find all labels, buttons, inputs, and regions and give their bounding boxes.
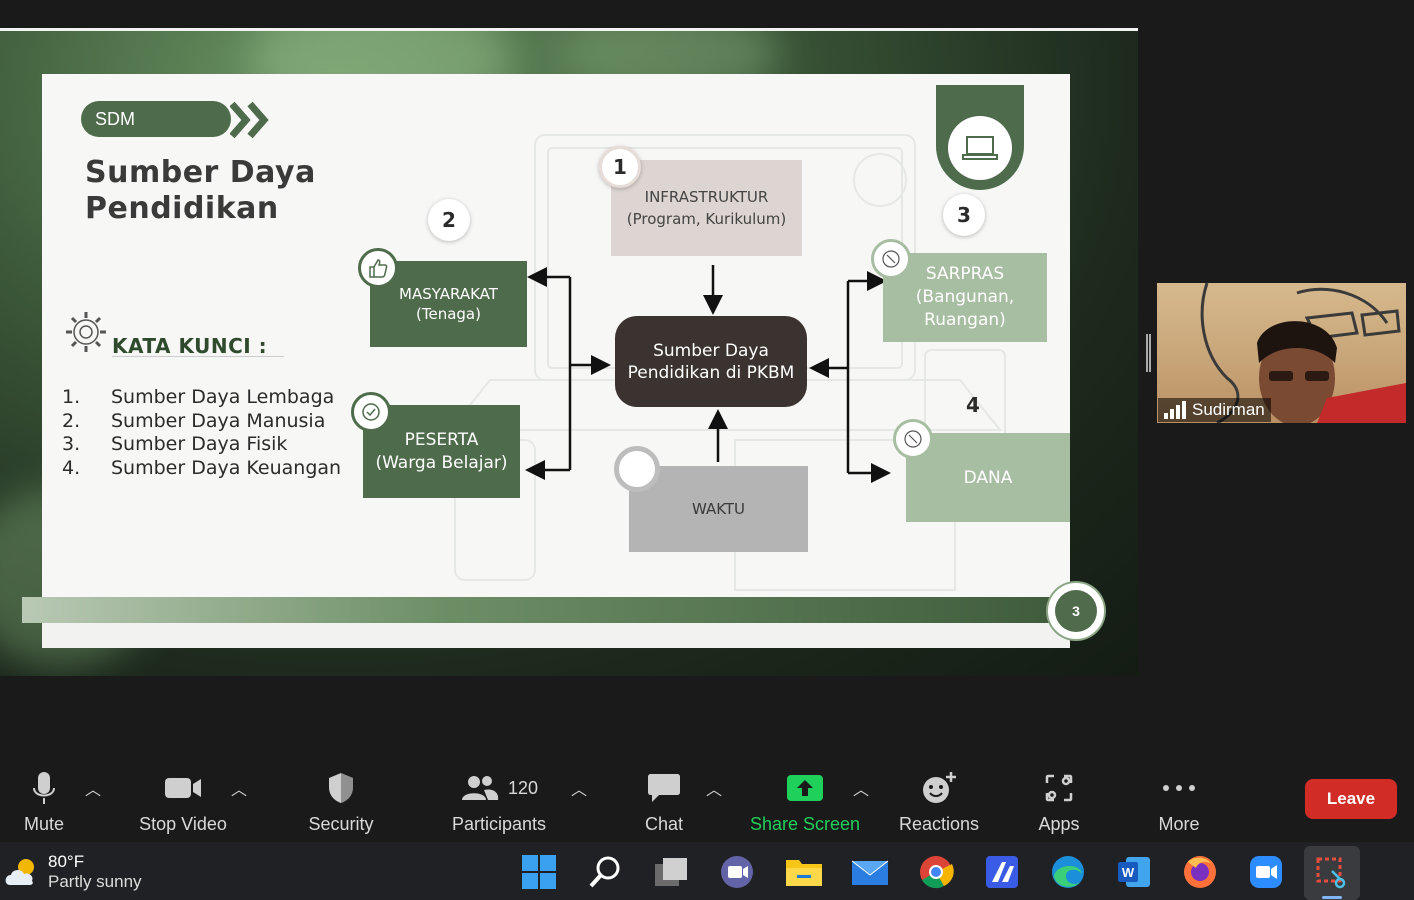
video-camera-icon <box>165 778 201 798</box>
active-app-indicator <box>1322 896 1342 899</box>
firefox-icon[interactable] <box>1180 852 1220 892</box>
search-icon[interactable] <box>585 852 625 892</box>
chrome-icon[interactable] <box>916 852 956 892</box>
mute-button[interactable]: Mute <box>14 752 74 842</box>
weather-condition: Partly sunny <box>48 872 142 891</box>
chevron-up-icon[interactable]: ︿ <box>706 776 722 800</box>
reactions-button[interactable]: Reactions <box>894 752 984 842</box>
svg-text:W: W <box>1122 865 1135 880</box>
participant-name-tag: Sudirman <box>1158 398 1271 422</box>
chat-bubble-icon <box>648 774 680 802</box>
weather-widget[interactable]: 80°F Partly sunny <box>4 852 142 892</box>
microphone-icon <box>33 772 55 804</box>
panel-resize-handle[interactable] <box>1146 334 1151 372</box>
partly-sunny-icon <box>5 859 34 885</box>
apps-icon <box>1045 774 1073 802</box>
chevron-up-icon[interactable]: ︿ <box>85 776 101 800</box>
task-view-icon[interactable] <box>651 852 691 892</box>
security-button[interactable]: Security <box>301 752 381 842</box>
teams-chat-icon[interactable] <box>717 852 757 892</box>
participants-icon <box>461 776 499 800</box>
participants-count: 120 <box>507 777 539 798</box>
shield-icon <box>329 773 353 803</box>
more-button[interactable]: More <box>1150 752 1208 842</box>
file-explorer-icon[interactable] <box>784 852 824 892</box>
edge-icon[interactable] <box>1048 852 1088 892</box>
chevron-up-icon[interactable]: ︿ <box>231 776 247 800</box>
participant-name: Sudirman <box>1192 400 1265 419</box>
snipping-tool-icon[interactable] <box>1304 846 1360 900</box>
signal-bars-icon <box>1164 401 1186 419</box>
compass-icon <box>871 239 911 279</box>
chevron-up-icon[interactable]: ︿ <box>853 776 869 800</box>
chevron-up-icon[interactable]: ︿ <box>571 776 587 800</box>
number-badge: 1 <box>599 146 641 188</box>
chat-button[interactable]: Chat <box>634 752 694 842</box>
share-screen-button[interactable]: Share Screen <box>748 752 862 842</box>
circle-icon <box>614 446 660 492</box>
reactions-smiley-icon <box>923 772 956 803</box>
windows-start-icon[interactable] <box>519 852 559 892</box>
check-badge-icon <box>351 392 391 432</box>
number-badge: 2 <box>428 199 470 241</box>
word-icon[interactable]: W <box>1114 852 1154 892</box>
zoom-meeting-window: 3 SDM Sumber Daya Pendidikan KATA KUNCI … <box>0 0 1414 900</box>
thumbs-up-icon <box>358 248 398 288</box>
stop-video-button[interactable]: Stop Video <box>133 752 233 842</box>
mail-icon[interactable] <box>850 852 890 892</box>
participants-button[interactable]: 120 Participants <box>447 752 551 842</box>
temperature: 80°F <box>48 852 85 871</box>
leave-button[interactable]: Leave <box>1305 779 1397 819</box>
zoom-icon[interactable] <box>1246 852 1286 892</box>
number-label: 4 <box>966 393 980 417</box>
number-badge: 3 <box>943 194 985 236</box>
more-dots-icon <box>1163 785 1195 791</box>
share-screen-icon <box>787 775 823 801</box>
compass-icon <box>893 419 933 459</box>
editor-app-icon[interactable] <box>982 852 1022 892</box>
center-node: Sumber Daya Pendidikan di PKBM <box>615 316 807 407</box>
apps-button[interactable]: Apps <box>1030 752 1088 842</box>
